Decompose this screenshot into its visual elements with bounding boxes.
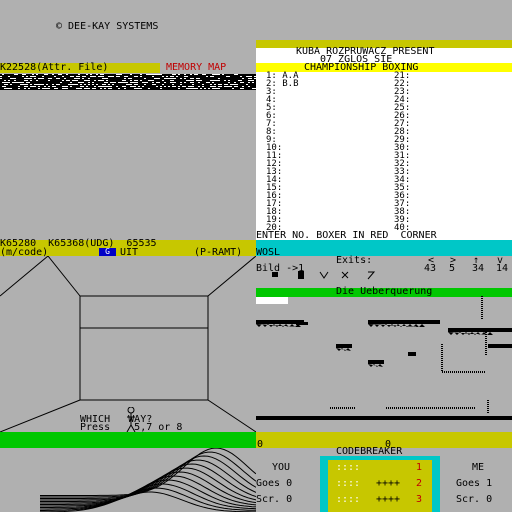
boxer-entry: 19: — [266, 215, 283, 225]
maze-view — [0, 256, 256, 432]
boxer-entry: 18: — [266, 207, 283, 217]
boxer-list-left: 1: A.A 2: B.B 3: 4: 5: 6: 7: 8: 9: 10: 11: 12: 13: 14… — [266, 72, 386, 233]
code-row-2-marks: ++++ — [376, 478, 401, 489]
chain-2 — [441, 344, 486, 373]
boxer-entry: 11: — [266, 151, 283, 161]
you-score: Scr. 0 — [256, 494, 293, 505]
you-label: YOU — [272, 462, 291, 473]
me-score: Scr. 0 — [456, 494, 493, 505]
boxer-entry: 9: — [266, 135, 277, 145]
item-icon-4 — [341, 271, 349, 279]
maze-bottom-bar — [0, 432, 256, 448]
wosl-label: WOSL — [256, 247, 281, 258]
maze-figure-icon — [126, 407, 136, 433]
code-row-2-num: 2 — [416, 478, 423, 489]
code-row-1-pegs: :::: — [336, 462, 361, 473]
item-icon-5 — [367, 271, 376, 280]
adventure-icons — [272, 271, 376, 280]
code-row-3-num: 3 — [416, 494, 423, 505]
boxer-entry: 12: — [266, 159, 283, 169]
boxer-entry: 16: — [266, 191, 283, 201]
wireframe-surface — [40, 448, 256, 512]
boxer-list-right: 21: 22: 23: 24: 25: 26: 27: 28: 29: 30: 31: 32: 33: 3… — [394, 72, 494, 233]
platform-level — [256, 296, 512, 420]
exit-num-1: 43 — [424, 263, 437, 274]
boxer-entry: 7: — [266, 119, 277, 129]
boxer-entry: 5: — [266, 103, 277, 113]
boxer-entry: 14: — [266, 175, 283, 185]
floor — [256, 416, 512, 420]
ledge-5 — [368, 360, 384, 364]
me-label: ME — [472, 462, 485, 473]
code-row-3-marks: ++++ — [376, 494, 401, 505]
adventure-cyan-bar — [256, 240, 512, 256]
exit-num-3: 34 — [472, 263, 485, 274]
boxer-entry: 8: — [266, 127, 277, 137]
item-icon-2 — [298, 271, 304, 279]
copyright-text: © DEE-KAY SYSTEMS — [56, 21, 159, 32]
boxer-entry: 17: — [266, 199, 283, 209]
ledge-4 — [336, 344, 352, 348]
me-goes: Goes 1 — [456, 478, 493, 489]
attr-file-label: K22528(Attr. File) — [0, 62, 109, 73]
boxer-entry: 13: — [266, 167, 283, 177]
exit-num-4: 14 — [496, 263, 509, 274]
maze-far-wall — [79, 327, 209, 401]
memory-map-title: MEMORY MAP — [166, 62, 227, 73]
memory-map-noise-strip — [0, 74, 256, 90]
boxer-entry: 4: — [266, 95, 277, 105]
boxer-entry: 2: B.B — [266, 79, 299, 89]
code-row-3-pegs: :::: — [336, 494, 361, 505]
maze-edge-bl — [0, 399, 81, 432]
ledge-2 — [368, 320, 440, 324]
ledge-3 — [448, 328, 512, 332]
uit-marker: G — [99, 248, 116, 256]
boxer-entry: 15: — [266, 183, 283, 193]
item-icon-1 — [272, 272, 278, 277]
code-row-2-pegs: :::: — [336, 478, 361, 489]
maze-edge-br — [207, 399, 256, 432]
code-row-1-num: 1 — [416, 462, 423, 473]
maze-edge-tr — [207, 256, 256, 297]
you-goes: Goes 0 — [256, 478, 293, 489]
boxer-entry: 10: — [266, 143, 283, 153]
exits-label: Exits: — [336, 255, 373, 266]
boxer-entry: 3: — [266, 87, 277, 97]
platform-score-left: 0 — [257, 439, 264, 450]
item-icon-3 — [319, 271, 329, 279]
ledge-6 — [488, 344, 512, 348]
boxer-entry: 6: — [266, 111, 277, 121]
exit-num-2: 5 — [449, 263, 456, 274]
